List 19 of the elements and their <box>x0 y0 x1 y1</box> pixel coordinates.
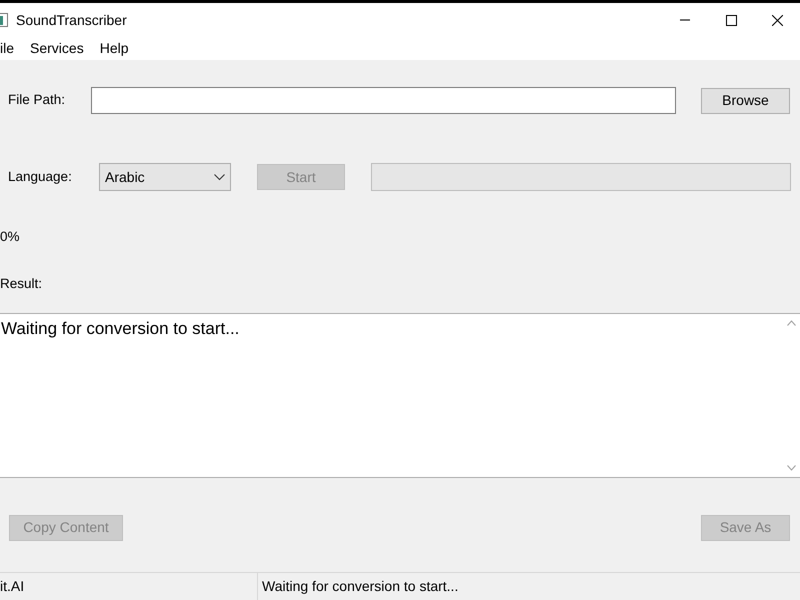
menu-item[interactable]: ile <box>0 38 22 59</box>
percent-text: 0% <box>0 228 20 246</box>
status-text: it.AI <box>0 573 258 600</box>
window-title: SoundTranscriber <box>16 10 128 30</box>
status-text: Waiting for conversion to start... <box>261 577 460 596</box>
file-path-field[interactable] <box>91 87 676 114</box>
menu-item[interactable]: Services <box>22 38 92 59</box>
field-label: Language: <box>8 168 73 186</box>
field-label: File Path: <box>8 91 66 110</box>
result-label: Result: <box>0 275 42 294</box>
close-icon <box>772 14 782 26</box>
language-dropdown[interactable]: Arabic <box>99 163 231 191</box>
maximize-icon <box>726 14 736 26</box>
browse-button[interactable]: Browse <box>701 88 790 114</box>
result-text: Waiting for conversion to start... <box>0 318 240 340</box>
menu-item[interactable]: Help <box>92 38 136 59</box>
scroll-down-icon[interactable] <box>787 464 796 470</box>
scroll-up-icon[interactable] <box>787 320 796 326</box>
caret-icon <box>214 174 225 180</box>
